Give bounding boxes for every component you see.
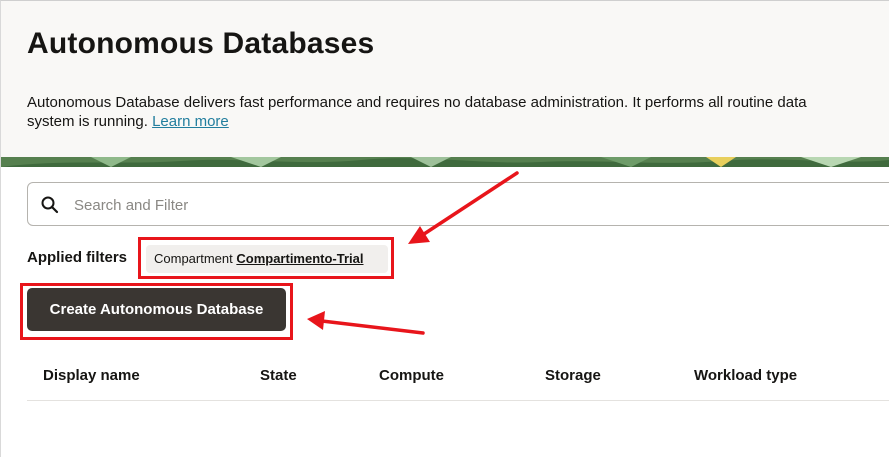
create-autonomous-database-button[interactable]: Create Autonomous Database bbox=[27, 288, 286, 331]
applied-filters-label: Applied filters bbox=[27, 249, 128, 266]
description-text: Autonomous Database delivers fast perfor… bbox=[27, 94, 807, 111]
decorative-banner bbox=[1, 157, 889, 167]
filter-chip-key: Compartment bbox=[154, 251, 233, 266]
search-icon bbox=[40, 195, 60, 215]
compartment-filter-chip[interactable]: Compartment Compartimento-Trial bbox=[146, 245, 388, 273]
search-input[interactable] bbox=[72, 191, 856, 219]
column-header-display-name[interactable]: Display name bbox=[43, 367, 140, 384]
table-header: Display name State Compute Storage Workl… bbox=[27, 354, 889, 401]
description-text-line2: system is running. bbox=[27, 113, 148, 130]
filter-chip-value[interactable]: Compartimento-Trial bbox=[236, 251, 363, 266]
search-filter-box[interactable] bbox=[27, 182, 889, 226]
page-description: Autonomous Database delivers fast perfor… bbox=[27, 93, 889, 131]
column-header-storage[interactable]: Storage bbox=[545, 367, 601, 384]
learn-more-link[interactable]: Learn more bbox=[152, 113, 229, 130]
column-header-compute[interactable]: Compute bbox=[379, 367, 444, 384]
column-header-state[interactable]: State bbox=[260, 367, 297, 384]
page-header: Autonomous Databases Autonomous Database… bbox=[1, 1, 889, 157]
column-header-workload-type[interactable]: Workload type bbox=[694, 367, 797, 384]
page-title: Autonomous Databases bbox=[27, 27, 375, 60]
